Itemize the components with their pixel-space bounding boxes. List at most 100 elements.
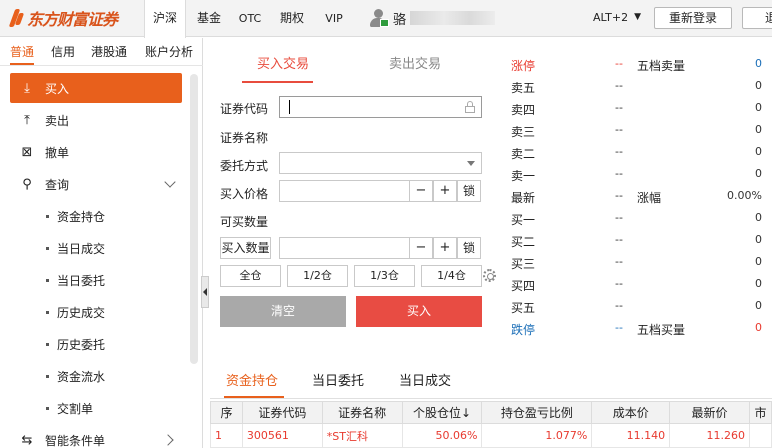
position-third-button[interactable]: 1/3仓 [354,265,415,287]
col-pnl-ratio[interactable]: 持仓盈亏比例 [481,401,593,424]
quote-row-limit-down: 跌停 -- 五档买量 0 [511,318,767,340]
quote-price: -- [615,321,623,334]
sidebar-tab-credit[interactable]: 信用 [51,43,75,60]
sidebar-sub-history-deals[interactable]: 历史成交 [46,304,105,321]
quote-row-latest: 最新 -- 涨幅 0.00% [511,186,767,208]
gear-icon[interactable] [483,269,496,282]
order-type-select[interactable] [279,152,482,174]
buy-button[interactable]: 买入 [356,296,482,327]
brand-logo: 东方财富证券 [10,7,118,29]
quote-row-sell5: 卖五 -- 0 [511,76,767,98]
quote-price: -- [615,189,623,202]
clear-button[interactable]: 清空 [220,296,346,327]
quote-price: -- [615,233,623,246]
col-cost[interactable]: 成本价 [591,401,671,424]
cell-pnl-ratio: 1.077% [481,423,593,448]
quote-label: 买四 [511,279,536,293]
tab-underline [224,396,284,398]
sidebar-sub-positions[interactable]: 资金持仓 [46,208,105,225]
sidebar-sub-today-orders[interactable]: 当日委托 [46,272,105,289]
upload-icon: ⤒ [24,112,30,128]
smart-order-icon: ⇆ [21,432,33,448]
user-info[interactable]: 骆 [369,8,496,28]
col-name[interactable]: 证券名称 [321,401,403,424]
order-type-label: 委托方式 [220,159,269,173]
position-full-button[interactable]: 全仓 [220,265,281,287]
security-code-input[interactable] [279,96,482,118]
sidebar-sub-settlement[interactable]: 交割单 [46,400,93,417]
sidebar-sub-history-orders[interactable]: 历史委托 [46,336,105,353]
collapse-sidebar-handle[interactable] [201,276,209,308]
price-plus-button[interactable]: + [433,180,457,202]
quote-price: -- [615,57,623,70]
cell-name: *ST汇科 [321,423,403,448]
sidebar-sub-today-deals[interactable]: 当日成交 [46,240,105,257]
quote-label: 买二 [511,235,536,249]
market-tab-fund[interactable]: 基金 [192,0,226,37]
sidebar-scrollbar[interactable] [190,74,198,364]
quote-label: 卖五 [511,81,536,95]
quote-volume: 0 [755,299,762,312]
price-minus-button[interactable]: − [409,180,433,202]
cell-latest: 11.260 [669,423,750,448]
alt-label: ALT+2 [593,11,629,24]
relogin-button[interactable]: 重新登录 [654,7,732,29]
quote-price: -- [615,145,623,158]
col-latest[interactable]: 最新价 [669,401,750,424]
quote-volume: 0 [755,57,762,70]
quote-row-buy4: 买四 -- 0 [511,274,767,296]
sidebar-sub-label: 历史委托 [57,338,106,352]
sidebar-item-sell[interactable]: ⤒ 卖出 [10,105,182,135]
tab-sell-trade[interactable]: 卖出交易 [389,53,441,72]
col-market[interactable]: 市 [748,401,772,424]
tab-today-orders[interactable]: 当日委托 [312,370,364,389]
sidebar-sub-label: 资金流水 [57,370,106,384]
qty-lock-button[interactable]: 锁 [457,237,481,259]
quote-volume: 0 [755,211,762,224]
col-position-ratio[interactable]: 个股仓位↓ [401,401,483,424]
quote-volume: 0 [755,123,762,136]
position-quarter-button[interactable]: 1/4仓 [421,265,482,287]
market-tab-vip[interactable]: VIP [320,0,348,37]
quote-label: 卖三 [511,125,536,139]
buy-price-input[interactable] [279,180,410,202]
sidebar-item-label: 卖出 [45,113,70,128]
tab-today-deals[interactable]: 当日成交 [399,370,451,389]
sidebar-item-smart-order[interactable]: ⇆ 智能条件单 [10,425,182,448]
sidebar-sub-cash-flow[interactable]: 资金流水 [46,368,105,385]
price-lock-button[interactable]: 锁 [457,180,481,202]
qty-minus-button[interactable]: − [409,237,433,259]
market-tab-options[interactable]: 期权 [276,0,308,37]
sidebar-tab-analysis[interactable]: 账户分析 [145,43,193,60]
sidebar-item-buy[interactable]: ⤓ 买入 [10,73,182,103]
quote-volume: 0 [755,321,762,334]
lock-icon[interactable] [465,101,475,113]
quote-price: -- [615,167,623,180]
sidebar-item-cancel[interactable]: ⊠ 撤单 [10,137,182,167]
sidebar-tab-normal[interactable]: 普通 [10,43,35,65]
bullet-icon [46,247,49,250]
quote-volume: 0 [755,101,762,114]
market-tab-otc[interactable]: OTC [236,0,264,37]
sidebar-item-label: 撤单 [45,145,70,160]
quote-price: -- [615,255,623,268]
sidebar-sub-label: 历史成交 [57,306,106,320]
col-code[interactable]: 证券代码 [241,401,323,424]
quote-price: -- [615,299,623,312]
exit-button[interactable]: 退 [742,7,772,29]
qty-plus-button[interactable]: + [433,237,457,259]
buy-quantity-button[interactable]: 买入数量 [220,237,271,259]
alt-switch[interactable]: ALT+2 ▼ [593,11,641,24]
market-tab-hushen[interactable]: 沪深 [144,0,186,38]
tab-positions[interactable]: 资金持仓 [226,370,278,389]
code-label: 证券代码 [220,102,269,116]
sidebar-tab-hk-connect[interactable]: 港股通 [91,43,127,60]
quote-row-sell1: 卖一 -- 0 [511,164,767,186]
table-row[interactable]: 1 300561 *ST汇科 50.06% 1.077% 11.140 11.2… [210,423,772,448]
quote-label: 卖一 [511,169,536,183]
sidebar-item-query[interactable]: ⚲ 查询 [10,169,182,199]
position-half-button[interactable]: 1/2仓 [287,265,348,287]
buy-quantity-input[interactable] [279,237,410,259]
tab-buy-trade[interactable]: 买入交易 [257,53,309,72]
col-index[interactable]: 序 [210,401,243,424]
